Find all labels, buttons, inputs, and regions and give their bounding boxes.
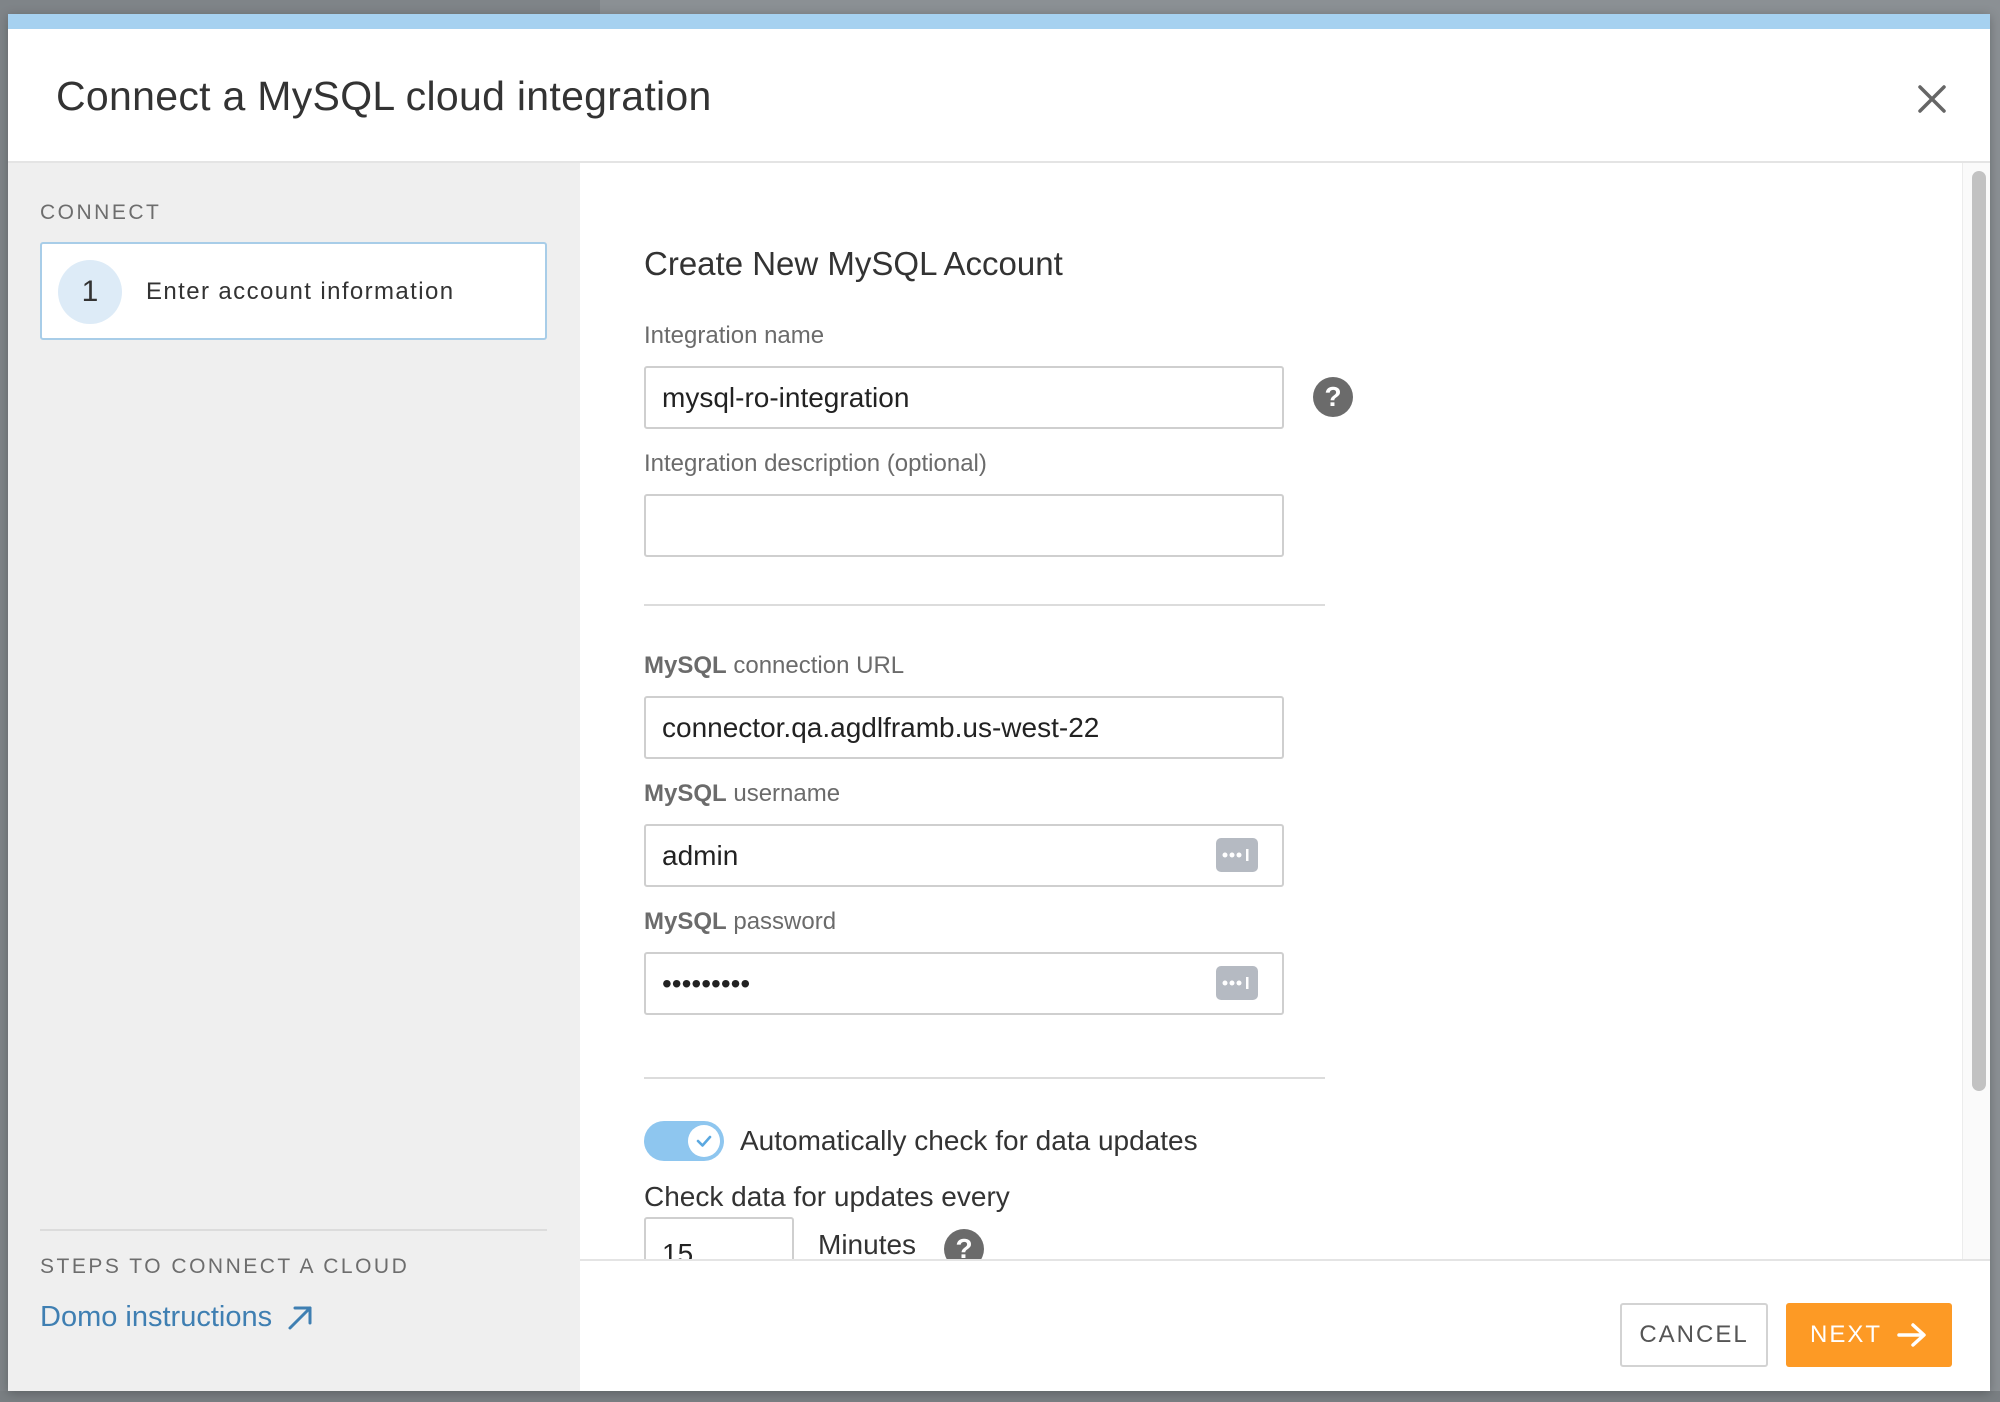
username-label-bold: MySQL	[644, 780, 727, 807]
integration-description-label: Integration description (optional)	[644, 450, 987, 477]
key-dots-icon	[1222, 849, 1249, 861]
cancel-button[interactable]: CANCEL	[1620, 1303, 1768, 1367]
username-input[interactable]	[644, 824, 1284, 887]
form-divider-2	[644, 1077, 1325, 1079]
integration-description-input[interactable]	[644, 494, 1284, 557]
sidebar-divider	[40, 1229, 547, 1231]
auto-update-toggle[interactable]	[644, 1121, 724, 1161]
password-label-rest: password	[726, 908, 837, 935]
modal-header: Connect a MySQL cloud integration	[8, 29, 1990, 163]
domo-instructions-link[interactable]: Domo instructions	[40, 1301, 314, 1334]
username-label-rest: username	[726, 780, 841, 807]
password-autofill-key-icon[interactable]	[1216, 966, 1258, 1000]
password-label-bold: MySQL	[644, 908, 727, 935]
step-number-badge: 1	[58, 260, 122, 324]
arrow-right-icon	[1897, 1323, 1926, 1347]
integration-name-label: Integration name	[644, 322, 825, 349]
interval-input[interactable]	[644, 1217, 794, 1259]
password-label: MySQL password	[644, 908, 836, 936]
modal-footer: CANCEL NEXT	[580, 1259, 1990, 1391]
password-input[interactable]	[644, 952, 1284, 1015]
connection-url-input[interactable]	[644, 696, 1284, 759]
key-dots-icon	[1222, 977, 1249, 989]
close-icon	[1918, 85, 1946, 113]
toggle-knob	[688, 1125, 720, 1157]
interval-label: Check data for updates every	[644, 1181, 1010, 1212]
username-autofill-key-icon[interactable]	[1216, 838, 1258, 872]
connection-url-label-bold: MySQL	[644, 652, 727, 679]
external-link-arrow-icon	[288, 1306, 312, 1329]
form-section-title: Create New MySQL Account	[644, 245, 1063, 282]
interval-unit-label: Minutes	[818, 1229, 917, 1259]
connection-url-label: MySQL connection URL	[644, 652, 904, 680]
interval-help-icon[interactable]: ?	[944, 1229, 984, 1259]
integration-name-input[interactable]	[644, 366, 1284, 429]
password-field	[644, 952, 1284, 1015]
step-item-enter-account-information[interactable]: 1 Enter account information	[40, 242, 547, 340]
connection-url-label-rest: connection URL	[726, 652, 905, 679]
steps-sidebar: CONNECT 1 Enter account information STEP…	[8, 163, 580, 1391]
integration-name-help-icon[interactable]: ?	[1313, 377, 1353, 417]
steps-section-label: STEPS TO CONNECT A CLOUD	[40, 1255, 410, 1278]
username-label: MySQL username	[644, 780, 840, 808]
connect-section-label: CONNECT	[40, 201, 162, 224]
domo-instructions-label: Domo instructions	[40, 1301, 273, 1333]
form-content: Create New MySQL Account Integration nam…	[580, 163, 1970, 1259]
modal-accent-bar	[8, 14, 1990, 29]
next-button-label: NEXT	[1809, 1321, 1882, 1348]
content-scrollbar[interactable]	[1962, 163, 1990, 1259]
connect-integration-modal: Connect a MySQL cloud integration CONNEC…	[8, 14, 1990, 1391]
checkmark-icon	[696, 1135, 712, 1147]
auto-update-label: Automatically check for data updates	[740, 1125, 1198, 1156]
close-button[interactable]	[1912, 79, 1952, 119]
step-label: Enter account information	[146, 278, 455, 305]
modal-title: Connect a MySQL cloud integration	[56, 73, 712, 119]
username-field	[644, 824, 1284, 887]
scrollbar-thumb[interactable]	[1972, 171, 1986, 1091]
next-button[interactable]: NEXT	[1786, 1303, 1952, 1367]
form-divider-1	[644, 604, 1325, 606]
background-bottom-strip	[0, 1391, 2000, 1402]
